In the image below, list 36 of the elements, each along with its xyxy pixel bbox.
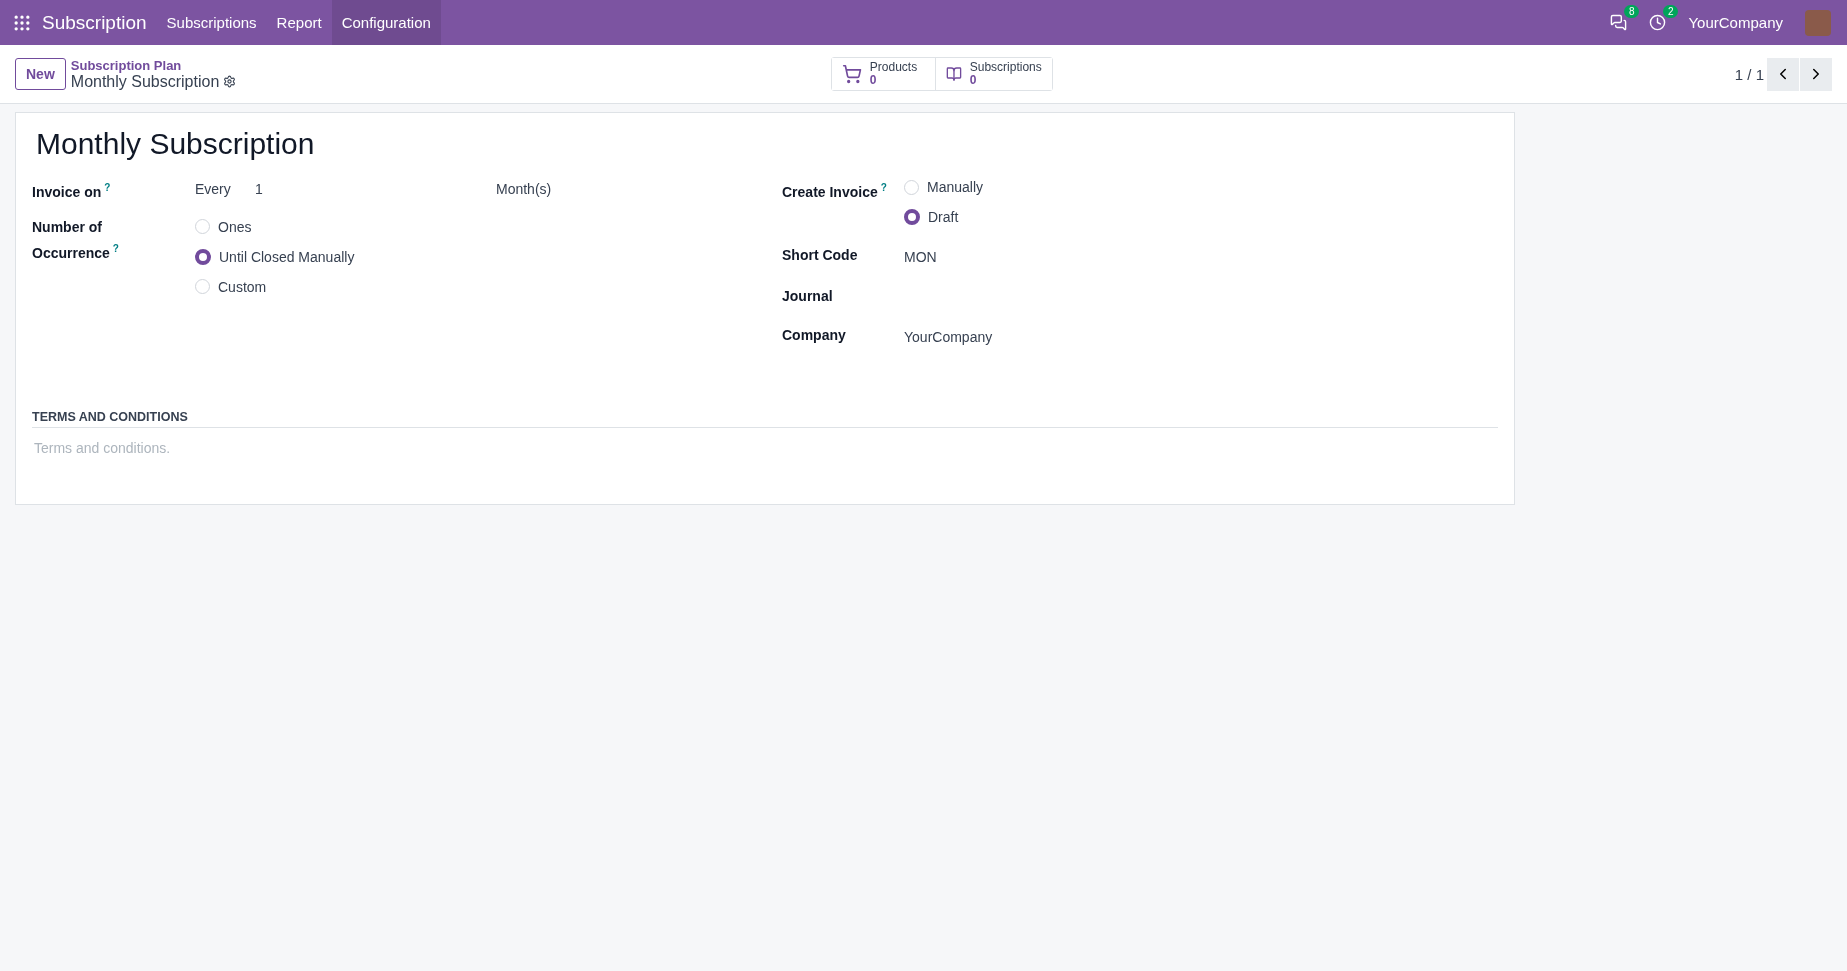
menu-item[interactable]: Subscriptions — [156, 0, 267, 45]
interval-value[interactable]: 1 — [255, 177, 496, 200]
message-count-badge: 8 — [1623, 5, 1640, 18]
radio-option[interactable]: Draft — [904, 209, 1498, 225]
record-title: Monthly Subscription — [36, 127, 316, 161]
unit-value[interactable]: Month(s) — [496, 177, 552, 200]
radio-option[interactable]: Ones — [195, 218, 782, 235]
every-text: Every — [195, 180, 232, 199]
settings-icon[interactable] — [223, 75, 237, 88]
field-label: Create Invoice $^{?}$ — [782, 181, 888, 202]
clock-icon[interactable] — [1649, 14, 1667, 31]
field-label: Company — [782, 326, 847, 345]
field-value[interactable]: YourCompany — [904, 325, 1498, 348]
record-name: Monthly Subscription — [70, 72, 220, 91]
breadcrumb-link[interactable]: Subscription Plan — [70, 57, 831, 73]
field-label: Invoice on $^{?}$ — [32, 181, 112, 202]
field-value[interactable]: MON — [904, 245, 1498, 268]
menu-item[interactable]: Configuration — [331, 0, 441, 45]
radio-icon[interactable] — [195, 248, 211, 265]
field-label: Journal — [782, 287, 834, 306]
field-label: Short Code — [782, 246, 859, 265]
chat-icon[interactable] — [1610, 14, 1628, 31]
company-name[interactable]: YourCompany — [1688, 14, 1783, 31]
app-name[interactable]: Subscription — [42, 11, 147, 34]
menu-item[interactable]: Report — [266, 0, 332, 45]
smart-button[interactable]: Subscriptions 0 — [934, 58, 1052, 90]
activity-count-badge: 2 — [1662, 5, 1679, 18]
field-label: Number of Occurrence $^{?}$ — [32, 217, 120, 263]
radio-option[interactable]: Custom — [195, 278, 782, 295]
new-button[interactable]: New — [15, 58, 66, 90]
radio-option[interactable]: Manually — [904, 179, 1498, 195]
section-heading: TERMS AND CONDITIONS — [32, 410, 1498, 428]
radio-option[interactable]: Until Closed Manually — [195, 248, 782, 265]
pager-counter: 1 / 1 — [1734, 65, 1764, 83]
radio-icon[interactable] — [904, 209, 920, 225]
cart-icon — [841, 64, 862, 84]
